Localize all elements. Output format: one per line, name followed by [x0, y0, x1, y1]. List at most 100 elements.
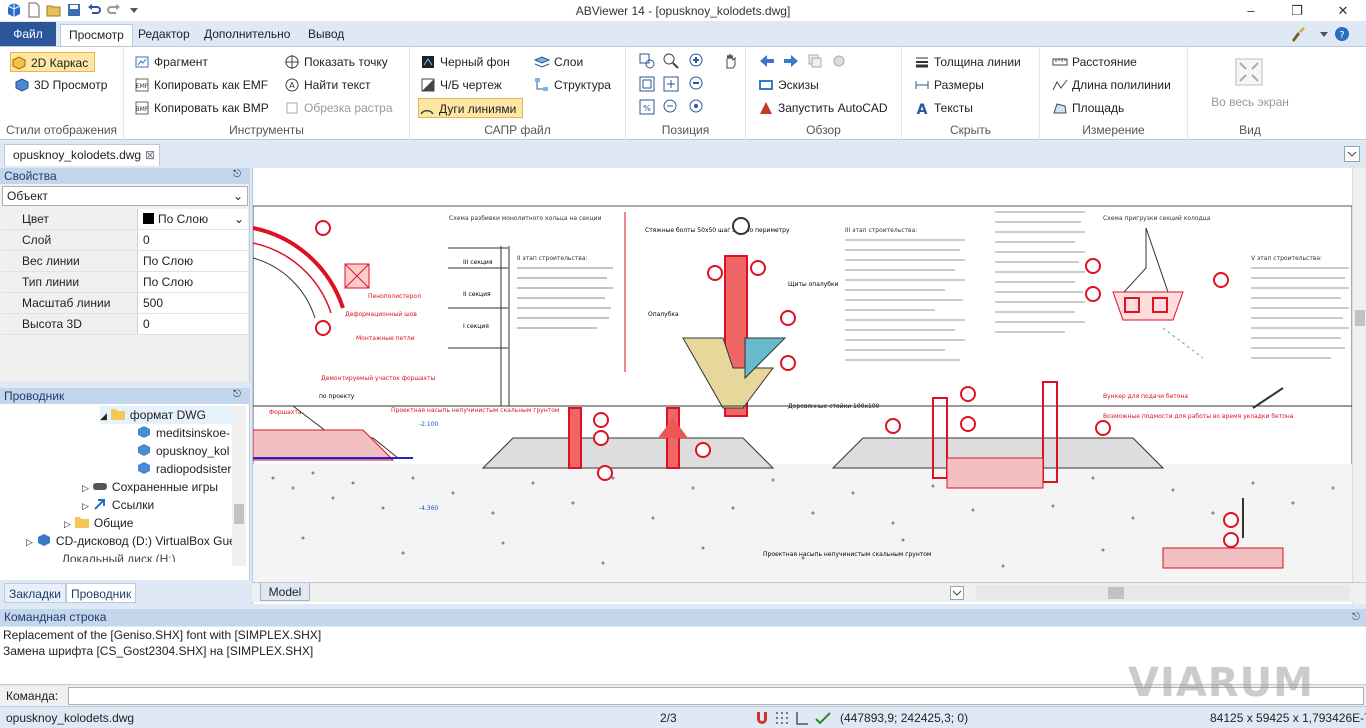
status-coordinates: (447893,9; 242425,3; 0) [840, 711, 969, 725]
arrow-right-icon[interactable] [782, 52, 800, 70]
2d-wireframe-button[interactable]: 2D Каркас [10, 52, 96, 72]
sketches-button[interactable]: Эскизы [758, 75, 819, 95]
zoom-previous-icon[interactable] [662, 98, 680, 116]
tree-item-links[interactable]: ▷ Ссылки [82, 496, 236, 514]
check-icon[interactable] [814, 710, 832, 726]
brush-icon[interactable] [1290, 26, 1306, 42]
scroll-thumb[interactable] [1355, 310, 1365, 326]
3d-view-button[interactable]: 3D Просмотр [14, 75, 107, 95]
watermark: VIARUM [1128, 660, 1314, 706]
show-point-button[interactable]: Показать точку [284, 52, 388, 72]
pin-icon[interactable]: ⎋ [233, 389, 241, 400]
tree-item-file[interactable]: radiopodsister [136, 460, 236, 478]
zoom-fit-icon[interactable] [662, 75, 680, 93]
zoom-search-icon[interactable] [662, 52, 680, 70]
properties-panel: Свойства ⎋ Объект ⌄ Цвет По Слою ⌄ Слой 0 Ве… [0, 168, 250, 382]
drawing-label: Форшахта [269, 409, 302, 416]
pin-icon[interactable]: ⎋ [1352, 609, 1360, 626]
tab-explorer[interactable]: Проводник [66, 583, 137, 603]
prop-row-3d-height[interactable]: Высота 3D 0 [2, 314, 248, 335]
black-background-button[interactable]: Черный фон [420, 52, 510, 72]
area-button[interactable]: Площадь [1052, 98, 1124, 118]
prop-row-layer[interactable]: Слой 0 [2, 230, 248, 251]
distance-button[interactable]: Расстояние [1052, 52, 1137, 72]
zoom-window-icon[interactable] [638, 52, 656, 70]
help-icon[interactable]: ? [1334, 26, 1350, 42]
chevron-down-icon[interactable] [1318, 26, 1330, 42]
tab-output[interactable]: Вывод [300, 24, 352, 46]
prop-row-color[interactable]: Цвет По Слою ⌄ [2, 209, 248, 230]
tree-item-saved-games[interactable]: ▷ Сохраненные игры [82, 478, 236, 496]
settings-icon[interactable] [830, 52, 848, 70]
ortho-icon[interactable] [794, 710, 810, 726]
drawing-label: Схема пригрузки секций колодца [1103, 215, 1211, 222]
drawing-label: II секция [463, 291, 491, 298]
maximize-icon[interactable]: ❐ [1274, 0, 1320, 22]
snap-magnet-icon[interactable] [754, 710, 770, 726]
zoom-in-icon[interactable] [688, 52, 706, 70]
document-tab[interactable]: opusknoy_kolodets.dwg ⊠ [4, 144, 160, 166]
expand-icon[interactable]: ▷ [64, 519, 71, 529]
cad-file-icon [138, 462, 150, 474]
drawing-hscroll[interactable] [976, 585, 1350, 601]
tree-item-shared[interactable]: ▷ Общие [64, 514, 236, 532]
minimize-icon[interactable]: – [1228, 0, 1274, 22]
structure-button[interactable]: Структура [534, 75, 611, 95]
arcs-as-lines-button[interactable]: Дуги линиями [418, 98, 524, 118]
scroll-thumb[interactable] [1108, 587, 1124, 599]
tab-model[interactable]: Model [260, 583, 310, 601]
fullscreen-label[interactable]: Во весь экран [1188, 95, 1312, 109]
zoom-scale-icon[interactable]: % [638, 98, 656, 116]
close-tab-icon[interactable]: ⊠ [145, 145, 155, 165]
expand-icon[interactable]: ▷ [82, 483, 89, 493]
drawing-canvas[interactable]: Пенополистерол Деформационный шов Монтаж… [252, 168, 1366, 604]
tab-editor[interactable]: Редактор [130, 24, 198, 46]
text-a-icon: A [917, 102, 928, 116]
prop-row-line-scale[interactable]: Масштаб линии 500 [2, 293, 248, 314]
fragment-button[interactable]: Фрагмент [134, 52, 208, 72]
zoom-extents-icon[interactable] [638, 75, 656, 93]
copy-as-emf-button[interactable]: EMF Копировать как EMF [134, 75, 268, 95]
line-weight-button[interactable]: Толщина линии [914, 52, 1021, 72]
layers-button[interactable]: Слои [534, 52, 583, 72]
find-text-button[interactable]: A Найти текст [284, 75, 371, 95]
expand-icon[interactable]: ▷ [26, 537, 33, 547]
launch-autocad-button[interactable]: Запустить AutoCAD [758, 98, 888, 118]
crop-raster-button[interactable]: Обрезка растра [284, 98, 393, 118]
copy-icon[interactable] [806, 52, 824, 70]
expand-icon[interactable]: ◢ [100, 411, 107, 421]
tab-view[interactable]: Просмотр [60, 24, 133, 46]
close-icon[interactable]: ✕ [1320, 0, 1366, 22]
tab-file[interactable]: Файл [0, 22, 56, 46]
polyline-length-button[interactable]: Длина полилинии [1052, 75, 1171, 95]
tree-item-dwg-folder[interactable]: ◢ формат DWG [100, 406, 236, 424]
layouts-dropdown-icon[interactable] [950, 586, 964, 600]
grid-icon[interactable] [774, 710, 790, 726]
explorer-scrollbar[interactable] [232, 406, 246, 566]
drawing-vscroll[interactable] [1352, 168, 1366, 604]
zoom-realtime-icon[interactable] [688, 98, 706, 116]
bw-drawing-button[interactable]: Ч/Б чертеж [420, 75, 502, 95]
copy-as-bmp-button[interactable]: BMP Копировать как BMP [134, 98, 269, 118]
scroll-thumb[interactable] [234, 504, 244, 524]
tab-advanced[interactable]: Дополнительно [196, 24, 298, 46]
prop-row-line-type[interactable]: Тип линии По Слою [2, 272, 248, 293]
zoom-out-icon[interactable] [688, 75, 706, 93]
tree-item-file[interactable]: opusknoy_kol [136, 442, 236, 460]
texts-button[interactable]: A Тексты [914, 98, 973, 118]
object-selector[interactable]: Объект ⌄ [2, 186, 248, 206]
tree-item-local-disk[interactable]: Локальный диск (H:) [26, 550, 236, 562]
left-panel-tabs: Закладки Проводник [0, 582, 250, 604]
tree-item-file[interactable]: meditsinskoe- [136, 424, 236, 442]
fullscreen-icon[interactable] [1234, 57, 1264, 87]
group-label: САПР файл [484, 123, 551, 137]
pan-hand-icon[interactable] [722, 52, 740, 70]
tab-bookmarks[interactable]: Закладки [4, 583, 66, 603]
tabs-dropdown-icon[interactable] [1344, 146, 1360, 162]
tree-item-cd-drive[interactable]: ▷ CD-дисковод (D:) VirtualBox Gue [26, 532, 236, 550]
arrow-left-icon[interactable] [758, 52, 776, 70]
expand-icon[interactable]: ▷ [82, 501, 89, 511]
dimensions-button[interactable]: Размеры [914, 75, 984, 95]
prop-row-line-weight[interactable]: Вес линии По Слою [2, 251, 248, 272]
pin-icon[interactable]: ⎋ [233, 169, 241, 180]
